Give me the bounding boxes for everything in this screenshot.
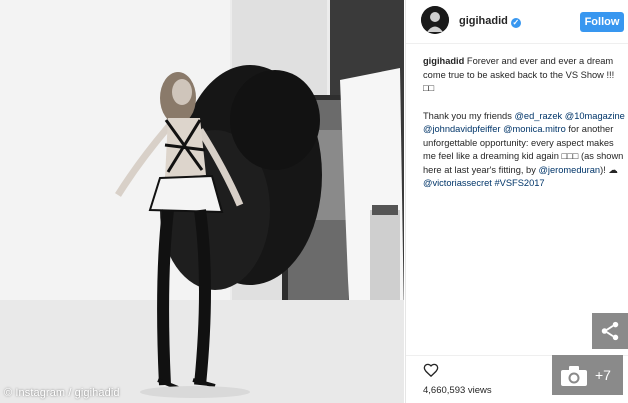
caption-emoji-2: □□□ [561, 151, 579, 161]
view-count: 4,660,593 views [423, 385, 492, 396]
mention-link[interactable]: @10magazine [565, 111, 625, 121]
post-username-row: gigihadid ✓ [459, 15, 521, 28]
gallery-count: +7 [595, 367, 611, 383]
gallery-button[interactable]: +7 [552, 355, 623, 395]
heart-icon[interactable] [423, 362, 439, 382]
mention-link[interactable]: @monica.mitro [503, 124, 566, 134]
hashtag-link[interactable]: #VSFS2017 [494, 178, 544, 188]
avatar-image [421, 6, 449, 34]
post-header: gigihadid ✓ Follow [406, 0, 628, 44]
caption-text-4: )! ☁ [600, 164, 618, 175]
caption-emoji-1: □□ [423, 83, 435, 93]
share-icon [601, 321, 619, 341]
post-photo[interactable]: © Instagram / gigihadid [0, 0, 404, 403]
mention-link[interactable]: @ed_razek [514, 111, 562, 121]
mention-link[interactable]: @jeromeduran [538, 165, 600, 175]
share-button[interactable] [592, 313, 628, 349]
mention-link[interactable]: @johndavidpfeiffer [423, 124, 501, 134]
post-caption: gigihadid Forever and ever and ever a dr… [423, 55, 626, 191]
camera-icon [561, 366, 587, 386]
photo-credit: © Instagram / gigihadid [4, 387, 120, 399]
photo-illustration [0, 0, 404, 403]
username-link[interactable]: gigihadid [459, 15, 508, 27]
caption-thanks: Thank you my friends [423, 110, 512, 121]
avatar[interactable] [421, 6, 449, 34]
caption-username[interactable]: gigihadid [423, 56, 464, 66]
follow-button[interactable]: Follow [580, 12, 624, 32]
verified-badge-icon: ✓ [510, 18, 521, 28]
mention-link[interactable]: @victoriassecret [423, 178, 492, 188]
